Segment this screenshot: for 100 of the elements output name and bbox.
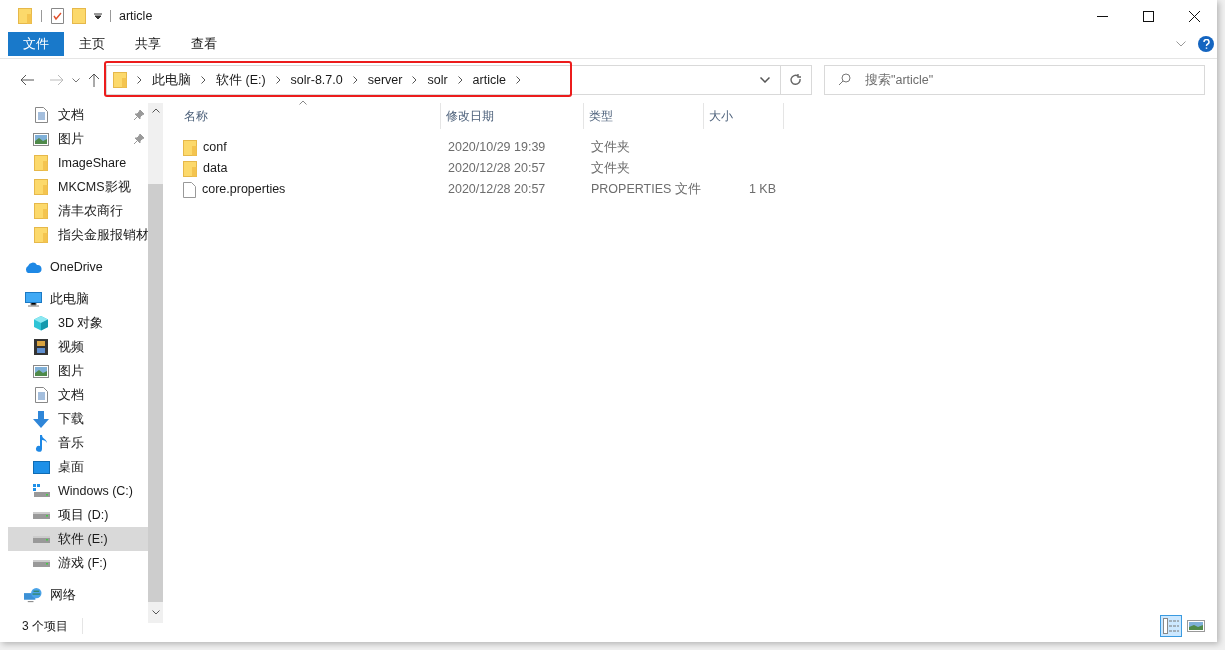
sidebar-item[interactable]: 此电脑 xyxy=(8,287,148,311)
close-icon xyxy=(1188,10,1200,22)
scroll-down-icon[interactable] xyxy=(151,610,160,615)
sidebar-item[interactable]: 图片 xyxy=(8,127,148,151)
picture-icon xyxy=(33,132,49,146)
file-size: 1 KB xyxy=(748,181,776,199)
chevron-right-icon[interactable] xyxy=(515,76,521,84)
properties-icon[interactable] xyxy=(51,8,64,24)
drive-icon xyxy=(32,535,50,543)
ribbon-tab[interactable]: 文件 xyxy=(8,32,64,56)
sidebar-item[interactable]: 游戏 (F:) xyxy=(8,551,148,575)
sidebar-item[interactable]: 文档 xyxy=(8,103,148,127)
file-row[interactable]: data 2020/12/28 20:57 文件夹 xyxy=(179,158,1217,179)
window-title: article xyxy=(119,7,153,25)
cloud-icon xyxy=(24,261,42,273)
sidebar-item[interactable]: 指尖金服报销材 xyxy=(8,223,148,247)
folder-icon xyxy=(183,160,197,177)
chevron-right-icon[interactable] xyxy=(201,76,206,84)
breadcrumb-item[interactable]: 软件 (E:) xyxy=(216,70,266,90)
details-view-button[interactable] xyxy=(1160,615,1182,637)
sidebar-item[interactable]: MKCMS影视 xyxy=(8,175,148,199)
breadcrumb-item[interactable]: 此电脑 xyxy=(152,70,191,90)
folder-icon xyxy=(18,8,32,24)
chevron-right-icon[interactable] xyxy=(412,76,418,84)
modified-date: 2020/10/29 19:39 xyxy=(447,139,547,157)
sidebar-item[interactable]: 软件 (E:) xyxy=(8,527,148,551)
scrollbar-thumb[interactable] xyxy=(148,184,163,602)
ribbon-tab[interactable]: 主页 xyxy=(64,32,120,56)
breadcrumb-item[interactable]: article xyxy=(472,70,506,90)
drive-icon xyxy=(32,511,50,519)
sidebar-item[interactable]: 网络 xyxy=(8,583,148,607)
network-icon xyxy=(24,587,42,603)
sidebar-item[interactable]: Windows (C:) xyxy=(8,479,148,503)
cube-icon xyxy=(33,315,49,331)
back-arrow-icon[interactable] xyxy=(20,74,34,86)
drive-icon xyxy=(32,559,50,567)
maximize-icon xyxy=(1142,10,1154,22)
chevron-right-icon[interactable] xyxy=(137,76,142,84)
sidebar-item[interactable]: 清丰农商行 xyxy=(8,199,148,223)
item-count: 3 个项目 xyxy=(22,618,68,635)
computer-icon xyxy=(24,291,42,307)
chevron-right-icon[interactable] xyxy=(457,76,463,84)
film-icon xyxy=(34,339,48,355)
breadcrumb-item[interactable]: solr-8.7.0 xyxy=(290,70,343,90)
sidebar-item[interactable]: 3D 对象 xyxy=(8,311,148,335)
file-row[interactable]: core.properties 2020/12/28 20:57 PROPERTIES 文件 1 KB xyxy=(179,179,1217,200)
picture-icon xyxy=(1187,620,1205,632)
search-icon xyxy=(838,73,851,86)
folder-icon xyxy=(34,203,48,219)
file-type: 文件夹 xyxy=(590,139,631,157)
minimize-icon xyxy=(1096,15,1108,17)
file-name: data xyxy=(203,160,228,178)
sidebar-scrollbar[interactable] xyxy=(148,103,163,623)
folder-icon xyxy=(183,139,197,156)
file-type: PROPERTIES 文件 xyxy=(590,181,702,199)
help-button[interactable] xyxy=(1198,36,1214,52)
scroll-up-icon[interactable] xyxy=(151,108,160,113)
sidebar-item[interactable]: 下载 xyxy=(8,407,148,431)
modified-date: 2020/12/28 20:57 xyxy=(447,181,547,199)
column-header[interactable]: 大小 xyxy=(704,103,784,129)
system-drive-icon xyxy=(32,484,50,498)
sidebar-item[interactable]: 视频 xyxy=(8,335,148,359)
sidebar-item[interactable]: ImageShare xyxy=(8,151,148,175)
file-icon xyxy=(183,181,196,198)
download-arrow-icon xyxy=(33,410,49,428)
refresh-icon xyxy=(790,73,802,87)
document-icon xyxy=(34,107,48,123)
chevron-down-icon[interactable] xyxy=(1176,41,1186,47)
sidebar-item[interactable]: 项目 (D:) xyxy=(8,503,148,527)
file-name: core.properties xyxy=(202,181,286,199)
file-row[interactable]: conf 2020/10/29 19:39 文件夹 xyxy=(179,137,1217,158)
details-list-icon xyxy=(1163,618,1179,634)
search-field[interactable]: 搜索"article" xyxy=(824,65,1205,95)
column-header[interactable]: 修改日期 xyxy=(441,103,584,129)
sidebar-item[interactable]: 桌面 xyxy=(8,455,148,479)
folder-icon xyxy=(34,155,48,171)
music-note-icon xyxy=(35,434,47,452)
sidebar-item[interactable]: 音乐 xyxy=(8,431,148,455)
file-name: conf xyxy=(203,139,227,157)
modified-date: 2020/12/28 20:57 xyxy=(447,160,547,178)
breadcrumb-item[interactable]: solr xyxy=(427,70,448,90)
ribbon-tab[interactable]: 查看 xyxy=(176,32,232,56)
column-header[interactable]: 类型 xyxy=(584,103,704,129)
sidebar-item[interactable]: 文档 xyxy=(8,383,148,407)
picture-icon xyxy=(33,364,49,378)
recent-caret-icon[interactable] xyxy=(72,77,80,83)
dropdown-caret-icon[interactable] xyxy=(94,12,102,20)
chevron-right-icon[interactable] xyxy=(352,76,358,84)
sidebar-item[interactable]: 图片 xyxy=(8,359,148,383)
chevron-right-icon[interactable] xyxy=(275,76,281,84)
dropdown-caret-icon[interactable] xyxy=(760,77,770,83)
ribbon-tab[interactable]: 共享 xyxy=(120,32,176,56)
file-type: 文件夹 xyxy=(590,160,631,178)
folder-icon xyxy=(34,179,48,195)
breadcrumb-item[interactable]: server xyxy=(367,70,403,90)
column-header[interactable]: 名称 xyxy=(179,103,441,129)
folder-icon xyxy=(113,72,127,88)
folder-icon xyxy=(34,227,48,243)
up-arrow-icon[interactable] xyxy=(88,73,100,87)
sidebar-item[interactable]: OneDrive xyxy=(8,255,148,279)
